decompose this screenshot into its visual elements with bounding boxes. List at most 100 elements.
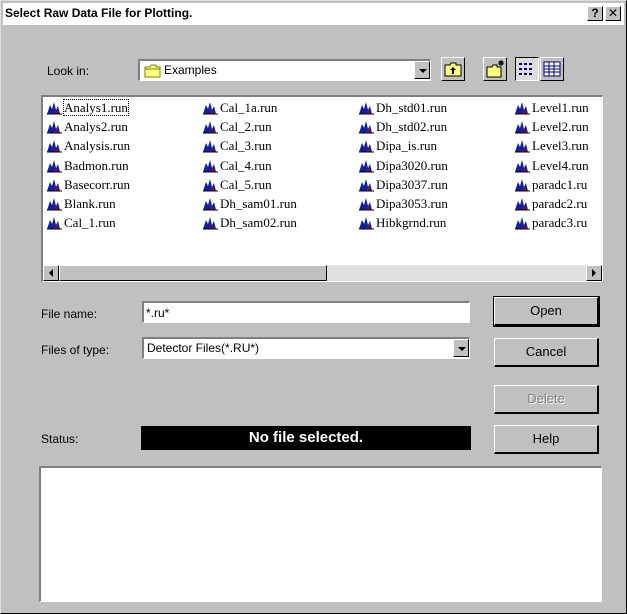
file-item-name: Cal_5.run: [220, 176, 272, 192]
run-file-icon: [203, 102, 218, 115]
run-file-icon: [515, 121, 530, 134]
run-file-icon: [515, 217, 530, 230]
details-view-icon: [543, 61, 561, 77]
file-item[interactable]: Dh_std01.run: [357, 99, 447, 118]
file-item-name: Dipa3053.run: [376, 196, 448, 211]
run-file-icon: [515, 102, 530, 115]
run-file-icon: [47, 198, 62, 211]
file-item[interactable]: Level2.run: [513, 118, 589, 137]
file-item-name: Blank.run: [64, 196, 116, 211]
run-file-icon: [47, 140, 62, 153]
file-item[interactable]: Dh_std02.run: [357, 118, 447, 137]
file-type-dropdown[interactable]: Detector Files(*.RU*): [142, 337, 470, 359]
list-view-button[interactable]: [515, 57, 539, 81]
run-file-icon: [359, 178, 374, 192]
file-item[interactable]: Cal_4.run: [201, 157, 272, 176]
run-file-icon: [47, 121, 62, 134]
file-item-name: Dh_std01.run: [376, 100, 448, 115]
run-file-icon: [47, 217, 62, 230]
cancel-button[interactable]: Cancel: [494, 338, 599, 367]
file-item[interactable]: Level4.run: [513, 157, 589, 176]
run-file-icon: [203, 198, 218, 211]
file-item-name: Cal_4.run: [220, 157, 272, 173]
file-item[interactable]: Cal_3.run: [201, 137, 272, 156]
file-item-name: Hibkgrnd.run: [376, 215, 447, 231]
file-item-name: Dh_sam02.run: [220, 215, 297, 231]
file-item-name: Cal_1.run: [64, 215, 116, 231]
file-item[interactable]: paradc3.ru: [513, 214, 587, 233]
file-item[interactable]: Level3.run: [513, 137, 589, 156]
file-item[interactable]: paradc2.ru: [513, 195, 587, 214]
file-item[interactable]: Analys2.run: [45, 118, 128, 137]
run-file-icon: [359, 159, 374, 173]
file-item-name: Badmon.run: [64, 157, 129, 173]
run-file-icon: [359, 217, 374, 230]
look-in-dropdown-arrow[interactable]: [414, 61, 430, 79]
file-item[interactable]: Cal_5.run: [201, 176, 272, 195]
horizontal-scrollbar[interactable]: [43, 265, 602, 281]
file-name-input[interactable]: [144, 303, 469, 322]
file-item[interactable]: Badmon.run: [45, 157, 129, 176]
file-item-name: Level2.run: [532, 119, 589, 135]
new-folder-icon: [486, 60, 504, 78]
file-item-name: paradc2.ru: [532, 196, 588, 211]
file-item[interactable]: Hibkgrnd.run: [357, 214, 446, 233]
arrow-right-icon: [592, 269, 596, 277]
file-item[interactable]: Analysis.run: [45, 137, 130, 156]
file-item[interactable]: Cal_2.run: [201, 118, 272, 137]
file-item[interactable]: Dipa3020.run: [357, 157, 448, 176]
run-file-icon: [203, 178, 218, 192]
file-item-name: Cal_3.run: [220, 138, 272, 154]
run-file-icon: [47, 159, 62, 173]
scroll-left-button[interactable]: [43, 265, 59, 281]
file-item[interactable]: Dipa3037.run: [357, 176, 448, 195]
file-info-box: [39, 466, 602, 602]
run-file-icon: [515, 159, 530, 173]
file-type-value: Detector Files(*.RU*): [147, 341, 260, 355]
file-item[interactable]: paradc1.ru: [513, 176, 587, 195]
file-item[interactable]: Cal_1a.run: [201, 99, 277, 118]
scroll-thumb[interactable]: [59, 265, 327, 281]
file-item-name: Level4.run: [532, 157, 589, 173]
details-view-button[interactable]: [540, 57, 564, 81]
file-item[interactable]: Blank.run: [45, 195, 116, 214]
run-file-icon: [203, 121, 218, 134]
run-file-icon: [359, 198, 374, 211]
file-item[interactable]: Cal_1.run: [45, 214, 116, 233]
file-item[interactable]: Dh_sam02.run: [201, 214, 297, 233]
file-item-name: Cal_1a.run: [220, 100, 278, 115]
file-item-name: Level3.run: [532, 138, 589, 154]
new-folder-button[interactable]: [483, 57, 507, 81]
look-in-label: Look in:: [47, 64, 90, 78]
file-item[interactable]: Basecorr.run: [45, 176, 130, 195]
file-item[interactable]: Dipa_is.run: [357, 137, 437, 156]
file-item-name: Analys2.run: [64, 119, 128, 135]
close-icon[interactable]: ✕: [605, 6, 621, 21]
run-file-icon: [203, 217, 218, 230]
file-item[interactable]: Dipa3053.run: [357, 195, 448, 214]
file-item-name: Dipa3037.run: [376, 176, 448, 192]
open-button[interactable]: Open: [493, 296, 600, 327]
folder-icon: [144, 64, 161, 78]
delete-button: Delete: [494, 385, 599, 414]
file-type-dropdown-arrow[interactable]: [453, 339, 469, 357]
help-icon[interactable]: ?: [587, 6, 603, 21]
run-file-icon: [515, 140, 530, 153]
status-display: No file selected.: [141, 426, 471, 450]
file-list[interactable]: Analys1.run Analys2.run Analysis.run Badmon…: [41, 95, 603, 282]
up-one-level-button[interactable]: [441, 57, 465, 81]
file-item-name: Dipa3020.run: [376, 157, 448, 173]
file-item[interactable]: Analys1.run: [45, 99, 129, 118]
file-item[interactable]: Level1.run: [513, 99, 589, 118]
file-item[interactable]: Dh_sam01.run: [201, 195, 297, 214]
help-button[interactable]: Help: [494, 425, 599, 454]
folder-up-icon: [444, 62, 462, 77]
look-in-dropdown[interactable]: Examples: [138, 59, 431, 81]
title-bar: Select Raw Data File for Plotting. ? ✕: [3, 3, 624, 25]
run-file-icon: [47, 102, 62, 115]
run-file-icon: [359, 140, 374, 153]
scroll-right-button[interactable]: [586, 265, 602, 281]
run-file-icon: [359, 121, 374, 134]
file-item-name: Cal_2.run: [220, 119, 272, 135]
file-name-input-box[interactable]: [142, 301, 470, 323]
